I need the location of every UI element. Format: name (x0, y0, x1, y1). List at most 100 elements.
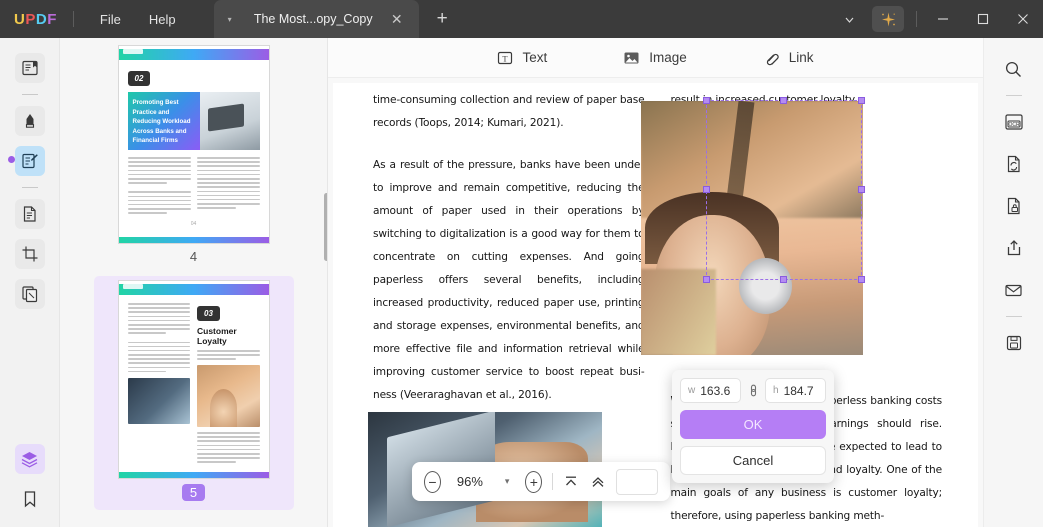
thumb4-page-footer: 04 (190, 221, 197, 228)
minimize-button[interactable] (923, 0, 963, 38)
zoom-in-button[interactable]: + (525, 470, 543, 493)
edit-tool-image[interactable]: Image (615, 46, 695, 70)
thumb4-top-gradient-bar (118, 49, 269, 60)
thumb5-columns: 03 Customer Loyalty (119, 295, 269, 473)
share-export-icon[interactable] (999, 233, 1029, 263)
width-input[interactable]: w 163.6 (680, 378, 741, 403)
text-box-icon: T (497, 50, 513, 66)
thumbnail-page-number-chip: 5 (181, 484, 206, 501)
maximize-button[interactable] (963, 0, 1003, 38)
left-tool-rail (0, 38, 60, 527)
thumb5-image-bottom-left (127, 378, 190, 425)
thumb5-bottom-gradient-bar (118, 472, 269, 478)
right-tool-rail: OCR (983, 38, 1043, 527)
edit-tool-image-label: Image (649, 50, 687, 65)
new-tab-button[interactable]: + (431, 8, 454, 30)
previous-page-icon[interactable] (589, 471, 605, 493)
size-dialog-fields-row: w 163.6 h 184.7 (680, 378, 826, 403)
zoom-out-button[interactable]: − (424, 470, 441, 493)
thumb4-section-chip: 02 (127, 71, 151, 86)
thumb4-hero-image (199, 92, 260, 150)
thumbnail-preview-page-4: 02 Promoting Best Practice and Reducing … (118, 46, 269, 243)
aspect-ratio-link-icon[interactable] (746, 383, 760, 398)
link-chain-icon (763, 50, 780, 66)
first-page-icon[interactable] (563, 471, 579, 493)
window-controls (832, 0, 1043, 38)
search-icon[interactable] (999, 54, 1029, 84)
edit-mode-toolbar: T Text Image Link (328, 38, 983, 78)
edit-tool-text[interactable]: T Text (489, 46, 555, 70)
sidebar-item-layers[interactable] (14, 444, 45, 474)
width-label: w (688, 385, 696, 396)
thumb4-body: 02 Promoting Best Practice and Reducing … (119, 60, 269, 235)
chevron-down-icon[interactable] (832, 0, 866, 38)
logo-letter-p: P (25, 10, 36, 28)
portrait-side-figure (641, 268, 717, 355)
thumb5-top-gradient-bar (118, 284, 269, 295)
height-label: h (773, 385, 779, 396)
zoom-level-value: 96% (456, 474, 483, 489)
svg-text:T: T (503, 53, 509, 63)
menu-help[interactable]: Help (135, 6, 190, 33)
sidebar-item-page-tools[interactable] (14, 199, 45, 229)
protect-lock-icon[interactable] (999, 191, 1029, 221)
width-value: 163.6 (700, 383, 731, 398)
thumbnail-page-number-5: 5 (99, 484, 289, 505)
logo-letter-u: U (14, 10, 26, 28)
menu-file[interactable]: File (86, 6, 135, 33)
portrait-headset (738, 258, 792, 315)
thumb5-column-left (127, 303, 190, 465)
thumb5-column-right: 03 Customer Loyalty (197, 303, 260, 465)
pdf-paragraph-left-1: time-consuming collection and review of … (373, 94, 645, 129)
thumb5-heading: Customer Loyalty (197, 326, 237, 346)
left-rail-bottom-group (14, 439, 45, 527)
ocr-icon[interactable]: OCR (999, 107, 1029, 137)
zoom-control-bar: − 96% ▾ + (412, 462, 670, 501)
sidebar-item-edit-pdf[interactable] (14, 146, 45, 176)
page-thumbnail-panel[interactable]: 02 Promoting Best Practice and Reducing … (60, 38, 328, 527)
thumbnail-item-page-4[interactable]: 02 Promoting Best Practice and Reducing … (94, 46, 294, 268)
edit-tool-link[interactable]: Link (755, 46, 822, 70)
image-size-dialog: w 163.6 h 184.7 OK Cancel (672, 370, 834, 483)
height-input[interactable]: h 184.7 (765, 378, 826, 403)
rail-divider-2 (21, 187, 38, 188)
logo-letter-f: F (47, 10, 57, 28)
thumb4-hero: Promoting Best Practice and Reducing Wor… (127, 92, 260, 150)
thumbnail-page-number-4: 4 (189, 249, 198, 264)
edit-tool-text-label: Text (522, 50, 548, 65)
tab-close-icon[interactable]: ✕ (383, 11, 411, 28)
ok-button[interactable]: OK (680, 410, 826, 439)
edit-tool-link-label: Link (788, 50, 814, 65)
title-bar: UPDF File Help ▾ The Most...opy_Copy ✕ + (0, 0, 1043, 38)
thumb5-image-portrait (197, 364, 260, 427)
image-picture-icon (623, 50, 640, 66)
sidebar-item-reader[interactable] (14, 53, 45, 83)
tab-dropdown-icon[interactable]: ▾ (222, 15, 244, 24)
sidebar-item-bookmarks[interactable] (15, 484, 45, 514)
email-envelope-icon[interactable] (999, 275, 1029, 305)
updf-logo: UPDF (14, 11, 57, 28)
save-disk-icon[interactable] (999, 328, 1029, 358)
thumb4-bottom-gradient-bar (118, 237, 269, 243)
cancel-button[interactable]: Cancel (680, 446, 826, 475)
sidebar-item-comment[interactable] (14, 106, 45, 136)
close-window-button[interactable] (1003, 0, 1043, 38)
right-rail-divider-1 (1005, 95, 1022, 96)
zoom-dropdown-icon[interactable]: ▾ (499, 476, 516, 487)
sidebar-item-organize-pages[interactable] (14, 279, 45, 309)
pdf-image-selected-portrait[interactable] (641, 101, 863, 355)
tab-title: The Most...opy_Copy (253, 12, 373, 26)
titlebar-divider (72, 11, 74, 27)
sidebar-item-crop[interactable] (14, 239, 45, 269)
zoom-bar-divider (552, 473, 554, 490)
thumb4-hero-heading: Promoting Best Practice and Reducing Wor… (127, 92, 200, 150)
page-number-input[interactable] (615, 468, 659, 495)
thumb4-column-right (196, 157, 260, 216)
document-tab[interactable]: ▾ The Most...opy_Copy ✕ (213, 0, 419, 38)
thumbnail-item-page-5[interactable]: 03 Customer Loyalty 05 5 (93, 276, 294, 510)
logo-letter-d: D (35, 10, 48, 28)
convert-document-icon[interactable] (999, 149, 1029, 179)
thumb4-column-left (127, 157, 191, 216)
ai-sparkle-icon[interactable] (872, 6, 904, 32)
height-value: 184.7 (783, 383, 814, 398)
